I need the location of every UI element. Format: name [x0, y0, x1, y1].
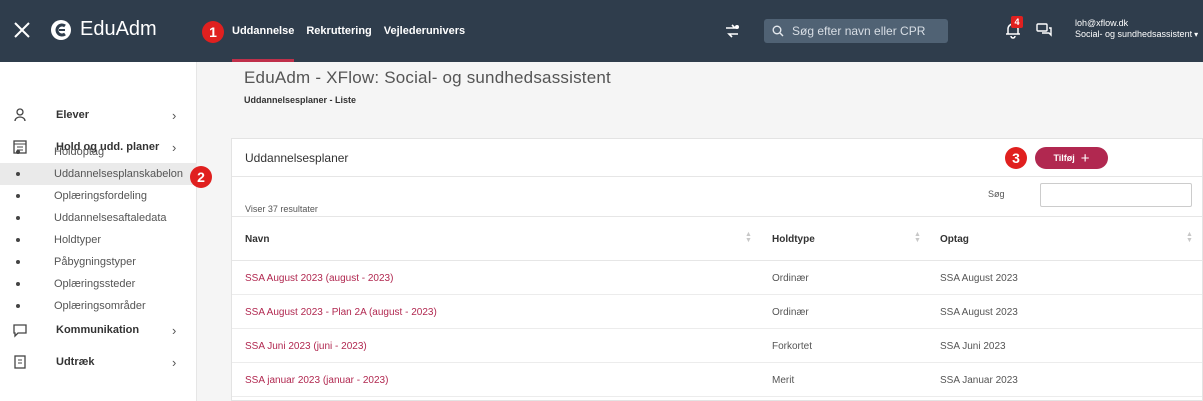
optag-cell: SSA Januar 2023 [940, 375, 1018, 386]
bullet-icon [16, 282, 20, 286]
table-row[interactable]: SSA August 2023 (august - 2023) Ordinær … [232, 261, 1202, 295]
add-button-label: Tilføj [1053, 153, 1075, 163]
column-header-optag[interactable]: Optag [940, 234, 969, 245]
results-count: Viser 37 resultater [245, 204, 318, 214]
plan-name-link[interactable]: SSA August 2023 (august - 2023) [245, 273, 393, 284]
sidebar-subitem-oplaeringsomraader[interactable]: Oplæringsområder [0, 295, 197, 317]
sidebar-subitem-oplaeringssteder[interactable]: Oplæringssteder [0, 273, 197, 295]
main-tabs: Uddannelse Rekruttering Vejlederunivers [232, 0, 477, 62]
step-marker-3: 3 [1005, 147, 1027, 169]
sidebar-subitem-holdtyper[interactable]: Holdtyper [0, 229, 197, 251]
sidebar-subitem-label: Oplæringssteder [54, 278, 136, 290]
holdtype-cell: Merit [772, 375, 795, 386]
sort-icon[interactable]: ▲ ▼ [1186, 231, 1193, 244]
bullet-icon [16, 216, 20, 220]
sidebar-subitem-paabygningstyper[interactable]: Påbygningstyper [0, 251, 197, 273]
add-plan-button[interactable]: Tilføj + [1035, 147, 1108, 169]
sidebar-subitem-oplaeringsfordeling[interactable]: Oplæringsfordeling [0, 185, 197, 207]
table-row[interactable]: SSA januar 2023 (januar - 2023) Merit SS… [232, 363, 1202, 397]
chevron-right-icon: › [172, 107, 177, 123]
plan-name-link[interactable]: SSA August 2023 - Plan 2A (august - 2023… [245, 307, 437, 318]
message-icon [13, 324, 27, 338]
bullet-icon [16, 304, 20, 308]
sidebar-item-kommunikation[interactable]: Kommunikation › [0, 315, 197, 345]
search-icon [772, 25, 784, 37]
chat-icon[interactable] [1035, 21, 1053, 39]
column-header-holdtype[interactable]: Holdtype [772, 234, 815, 245]
app-name: EduAdm [80, 18, 157, 40]
sidebar-item-udtraek[interactable]: Udtræk › [0, 347, 197, 377]
sidebar-subitem-uddannelsesplanskabelon[interactable]: Uddannelsesplanskabelon [0, 163, 197, 185]
plan-name-link[interactable]: SSA januar 2023 (januar - 2023) [245, 375, 388, 386]
table-row[interactable]: SSA August 2023 - Plan 2A (august - 2023… [232, 295, 1202, 329]
sidebar-subitem-holdoptag[interactable]: Holdoptag [0, 141, 197, 163]
optag-cell: SSA Juni 2023 [940, 341, 1006, 352]
sidebar: Elever › Hold og udd. planer › Holdoptag… [0, 62, 197, 401]
plus-icon: + [1080, 149, 1090, 167]
tab-vejlederunivers[interactable]: Vejlederunivers [384, 0, 465, 62]
sort-icon[interactable]: ▲ ▼ [745, 231, 752, 244]
person-icon [14, 108, 26, 122]
step-marker-2: 2 [190, 166, 212, 188]
switch-context-icon[interactable] [723, 22, 741, 40]
optag-cell: SSA August 2023 [940, 273, 1018, 284]
chevron-right-icon: › [172, 354, 177, 370]
step-marker-1: 1 [202, 21, 224, 43]
user-role: Social- og sundhedsassistent [1075, 29, 1193, 39]
sidebar-subitem-label: Oplæringsområder [54, 300, 146, 312]
table-toolbar: Viser 37 resultater Søg [232, 177, 1202, 217]
optag-cell: SSA August 2023 [940, 307, 1018, 318]
chevron-right-icon: › [172, 322, 177, 338]
sidebar-subitem-label: Oplæringsfordeling [54, 190, 147, 202]
table-search-input[interactable] [1040, 183, 1192, 207]
tab-uddannelse[interactable]: Uddannelse [232, 0, 295, 62]
breadcrumb: Uddannelsesplaner - Liste [244, 95, 357, 105]
export-icon [14, 355, 26, 369]
page-title: EduAdm - XFlow: Social- og sundhedsassis… [244, 68, 611, 87]
column-header-navn[interactable]: Navn [245, 234, 269, 245]
holdtype-cell: Ordinær [772, 273, 809, 284]
user-menu[interactable]: loh@xflow.dk Social- og sundhedsassisten… [1075, 18, 1198, 40]
sidebar-subitem-label: Uddannelsesaftaledata [54, 212, 167, 224]
page-heading: EduAdm - XFlow: Social- og sundhedsassis… [244, 68, 611, 105]
user-email: loh@xflow.dk [1075, 18, 1129, 28]
search-input[interactable] [792, 24, 942, 38]
sidebar-subitem-label: Påbygningstyper [54, 256, 136, 268]
holdtype-cell: Ordinær [772, 307, 809, 318]
close-icon[interactable] [10, 18, 34, 42]
sidebar-subitem-label: Holdtyper [54, 234, 102, 246]
plan-name-link[interactable]: SSA Juni 2023 (juni - 2023) [245, 341, 367, 352]
sidebar-subitem-uddannelsesaftaledata[interactable]: Uddannelsesaftaledata [0, 207, 197, 229]
tab-rekruttering[interactable]: Rekruttering [306, 0, 371, 62]
sidebar-item-label: Udtræk [56, 356, 95, 368]
top-navigation-bar: EduAdm 1 Uddannelse Rekruttering Vejlede… [0, 0, 1203, 62]
caret-down-icon: ▾ [1194, 30, 1199, 39]
eduadm-logo-icon [51, 19, 71, 40]
bullet-icon [16, 238, 20, 242]
bullet-icon [16, 194, 20, 198]
app-logo[interactable]: EduAdm [50, 18, 157, 41]
card-title: Uddannelsesplaner [245, 151, 349, 165]
sidebar-subitem-label: Holdoptag [54, 146, 105, 158]
bullet-icon [16, 260, 20, 264]
bullet-icon [16, 172, 20, 176]
notification-badge: 4 [1011, 16, 1023, 28]
bullet-icon [16, 150, 20, 154]
global-search[interactable] [764, 19, 948, 43]
table-row[interactable]: SSA Juni 2023 (juni - 2023) Forkortet SS… [232, 329, 1202, 363]
table-header: Navn ▲ ▼ Holdtype ▲ ▼ Optag ▲ ▼ [232, 217, 1202, 261]
sidebar-subitem-label: Uddannelsesplanskabelon [54, 168, 184, 180]
plans-card: Uddannelsesplaner Tilføj + Viser 37 resul… [231, 138, 1203, 401]
sort-icon[interactable]: ▲ ▼ [914, 231, 921, 244]
sidebar-item-label: Kommunikation [56, 324, 140, 336]
sidebar-item-label: Elever [56, 109, 90, 121]
search-label: Søg [988, 189, 1005, 199]
sidebar-item-elever[interactable]: Elever › [0, 100, 197, 130]
card-header: Uddannelsesplaner Tilføj + [232, 139, 1202, 177]
holdtype-cell: Forkortet [772, 341, 813, 352]
